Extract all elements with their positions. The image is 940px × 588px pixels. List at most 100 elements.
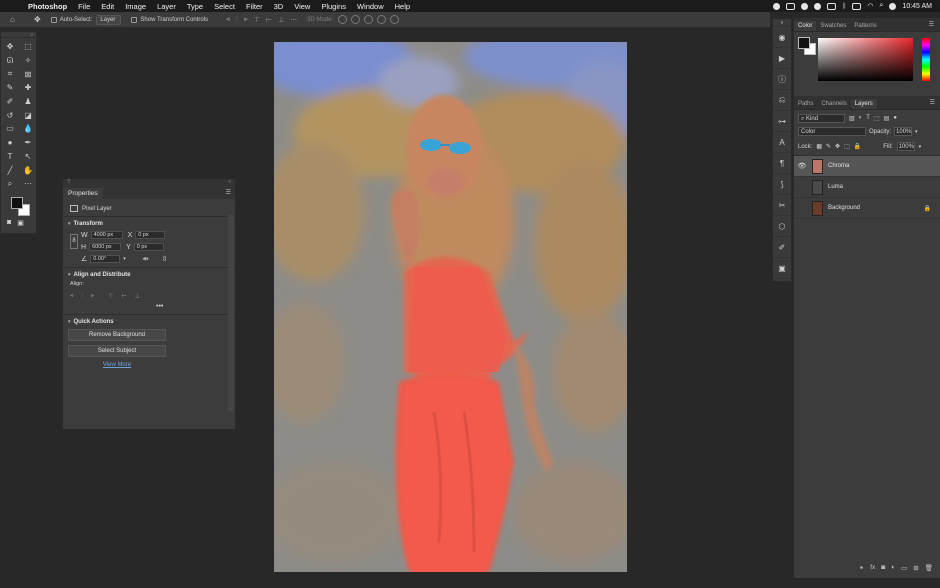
screen-mode-icon[interactable]: ▣	[17, 219, 24, 227]
view-more-link[interactable]: View More	[63, 362, 171, 368]
edit-toolbar-icon[interactable]: ⋯	[19, 177, 37, 191]
y-field[interactable]: 0 px	[133, 243, 164, 251]
lasso-icon[interactable]: ᘏ	[1, 54, 19, 68]
marquee-icon[interactable]: ⬚	[19, 40, 37, 54]
eyedropper-icon[interactable]: ✎	[1, 81, 19, 95]
dropbox-icon[interactable]	[801, 2, 809, 10]
bluetooth-icon[interactable]: ᛒ	[842, 3, 846, 10]
fill-dropdown-icon[interactable]: ▾	[919, 144, 922, 150]
home-icon[interactable]: ⌂	[10, 15, 20, 24]
x-field[interactable]: 0 px	[135, 231, 166, 239]
menu-plugins[interactable]: Plugins	[316, 2, 352, 11]
more-options-icon[interactable]: ⋯	[290, 16, 297, 24]
display-icon[interactable]	[827, 2, 837, 10]
eraser-icon[interactable]: ◪	[19, 108, 37, 122]
select-subject-button[interactable]: Select Subject	[68, 345, 166, 357]
screen-record-icon[interactable]	[786, 2, 796, 10]
control-center-icon[interactable]	[889, 2, 897, 10]
quick-mask-icon[interactable]: ◙	[7, 219, 11, 227]
color-panel-menu-icon[interactable]: ☰	[929, 21, 934, 28]
character-icon[interactable]: A	[773, 132, 791, 153]
align-left-edges-icon[interactable]: ⫷	[70, 293, 73, 300]
magic-wand-icon[interactable]: ✧	[19, 54, 37, 68]
battery-icon[interactable]	[852, 2, 862, 10]
color-foreground-swatch[interactable]	[798, 37, 810, 49]
hue-slider[interactable]	[922, 38, 930, 81]
menu-layer[interactable]: Layer	[152, 2, 182, 11]
filter-adjustment-icon[interactable]: ◐	[859, 115, 863, 122]
width-field[interactable]: 4000 px	[90, 231, 123, 239]
history-brush-icon[interactable]: ↺	[1, 108, 19, 122]
hand-icon[interactable]: ✋	[19, 163, 37, 177]
tab-paths[interactable]: Paths	[794, 99, 817, 109]
roll-icon[interactable]	[351, 15, 361, 24]
adjustments-icon[interactable]: ⊶	[773, 111, 791, 132]
eye-icon[interactable]: 👁	[794, 162, 810, 170]
pen-icon[interactable]: ✒	[19, 136, 37, 150]
tool-presets-icon[interactable]: ✂	[773, 195, 791, 216]
align-right-edges-icon[interactable]: ⫸	[91, 293, 94, 300]
trash-icon[interactable]: 🗑	[925, 564, 933, 572]
filter-toggle-icon[interactable]: ●	[893, 115, 897, 122]
brush-icon[interactable]: ✐	[1, 95, 19, 109]
menu-filter[interactable]: Filter	[240, 2, 268, 11]
creative-cloud-icon[interactable]	[773, 2, 781, 10]
scale-icon[interactable]	[390, 15, 400, 24]
tab-properties[interactable]: Properties	[63, 188, 103, 199]
align-bottom-edges-icon[interactable]: ⊥	[135, 293, 140, 300]
layer-row-background[interactable]: Background 🔒	[794, 198, 940, 219]
layer-row-luma[interactable]: Luma	[794, 177, 940, 198]
lock-position-icon[interactable]: ✥	[835, 143, 840, 150]
avatar-icon[interactable]	[814, 2, 822, 10]
pan-icon[interactable]	[364, 15, 374, 24]
history-icon[interactable]: ⎌	[773, 90, 791, 111]
tab-swatches[interactable]: Swatches	[816, 21, 850, 31]
zoom-icon[interactable]: ⌕	[1, 177, 19, 191]
angle-dropdown-icon[interactable]: ▾	[123, 256, 126, 262]
wifi-icon[interactable]: ◠	[867, 2, 873, 10]
opacity-dropdown-icon[interactable]: ▾	[915, 129, 918, 135]
paragraph-icon[interactable]: ¶	[773, 153, 791, 174]
play-action-icon[interactable]: ▶	[773, 48, 791, 69]
align-bottom-icon[interactable]: ⊥	[278, 16, 284, 24]
clone-stamp-icon[interactable]: ♟	[19, 95, 37, 109]
tab-color[interactable]: Color	[794, 21, 817, 31]
layer-name[interactable]: Luma	[828, 184, 843, 190]
align-h-centers-icon[interactable]: ⫶	[81, 293, 83, 300]
slide-icon[interactable]	[377, 15, 387, 24]
layer-name[interactable]: Background	[828, 205, 860, 211]
brushes-icon[interactable]: ⟆	[773, 174, 791, 195]
brush-settings-icon[interactable]: ✐	[773, 237, 791, 258]
line-icon[interactable]: ╱	[1, 163, 19, 177]
fill-field[interactable]: 100%	[896, 142, 915, 151]
remove-background-button[interactable]: Remove Background	[68, 329, 166, 341]
more-align-icon[interactable]: •••	[156, 303, 163, 310]
menu-file[interactable]: File	[73, 2, 96, 11]
type-icon[interactable]: T	[1, 150, 19, 164]
filter-smart-object-icon[interactable]: ▤	[884, 115, 890, 122]
orbit-icon[interactable]	[338, 15, 348, 24]
new-adjustment-icon[interactable]: ◐	[891, 564, 895, 572]
layer-row-chroma[interactable]: 👁 Chroma	[794, 156, 940, 177]
clock[interactable]: 10:45 AM	[902, 3, 932, 10]
link-dimensions-icon[interactable]: 8	[70, 233, 78, 249]
menu-app-name[interactable]: Photoshop	[22, 2, 73, 11]
auto-select-checkbox[interactable]	[50, 16, 57, 23]
lock-artboard-icon[interactable]: ⬚	[844, 143, 850, 150]
align-right-icon[interactable]: ⫸	[244, 16, 248, 24]
menu-window[interactable]: Window	[351, 2, 389, 11]
filter-pixel-icon[interactable]: ▧	[849, 115, 855, 122]
healing-brush-icon[interactable]: ✚	[19, 81, 37, 95]
auto-select-dropdown[interactable]: Layer	[96, 14, 122, 25]
info-icon[interactable]: ⓘ	[773, 69, 791, 90]
collapse-panel-icon[interactable]: «	[228, 179, 231, 186]
filter-shape-icon[interactable]: ⬚	[874, 115, 880, 122]
move-tool-icon[interactable]: ✥	[34, 15, 41, 24]
tab-channels[interactable]: Channels	[817, 99, 850, 109]
show-transform-checkbox[interactable]	[131, 16, 138, 23]
color-picker-field[interactable]	[818, 38, 913, 81]
move-icon[interactable]: ✥	[1, 40, 19, 54]
properties-scrollbar[interactable]	[228, 215, 234, 411]
align-left-icon[interactable]: ⫷	[226, 16, 230, 24]
layer-name[interactable]: Chroma	[828, 163, 849, 169]
